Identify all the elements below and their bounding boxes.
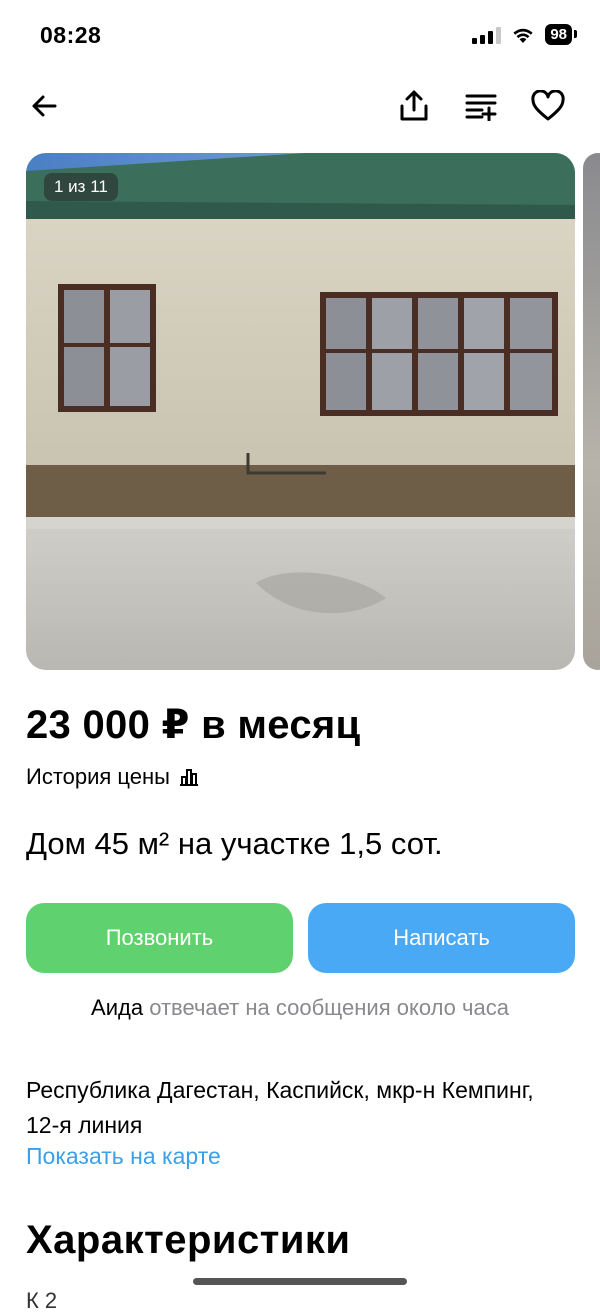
share-icon (400, 90, 428, 121)
favorite-button[interactable] (526, 84, 570, 128)
photo-gallery[interactable]: 1 из 11 (26, 153, 575, 670)
cellular-signal-icon (472, 26, 502, 44)
status-icons: 98 (472, 24, 577, 45)
price-history-label: История цены (26, 764, 170, 789)
battery-indicator: 98 (545, 24, 577, 45)
house-photo (26, 153, 575, 670)
home-indicator (193, 1278, 407, 1285)
next-photo-preview[interactable] (583, 153, 600, 670)
listing-address: Республика Дагестан, Каспийск, мкр-н Кем… (26, 1077, 534, 1138)
share-button[interactable] (392, 84, 436, 128)
heart-icon (531, 90, 565, 121)
nav-bar (0, 78, 600, 134)
wifi-icon (513, 28, 533, 43)
add-note-button[interactable] (459, 84, 503, 128)
listing-price: 23 000 ₽ в месяц (26, 703, 361, 747)
call-button[interactable]: Позвонить (26, 903, 293, 973)
characteristics-title: Характеристики (26, 1218, 351, 1262)
characteristics-first-row: К 2 (26, 1288, 58, 1313)
listing-title: Дом 45 м² на участке 1,5 сот. (26, 826, 443, 861)
write-message-button[interactable]: Написать (308, 903, 575, 973)
status-time: 08:28 (40, 22, 102, 48)
status-bar: 08:28 98 (0, 0, 600, 72)
reply-time-text: отвечает на сообщения около часа (143, 995, 509, 1020)
bar-chart-icon (179, 769, 198, 786)
price-history-link[interactable]: История цены (26, 764, 200, 790)
seller-reply-note: Аида отвечает на сообщения около часа (0, 995, 600, 1021)
back-arrow-icon (32, 95, 57, 117)
back-button[interactable] (22, 84, 66, 128)
show-on-map-link[interactable]: Показать на карте (26, 1143, 221, 1170)
seller-name: Аида (91, 995, 144, 1020)
photo-counter: 1 из 11 (44, 173, 118, 201)
notes-icon (465, 94, 497, 121)
